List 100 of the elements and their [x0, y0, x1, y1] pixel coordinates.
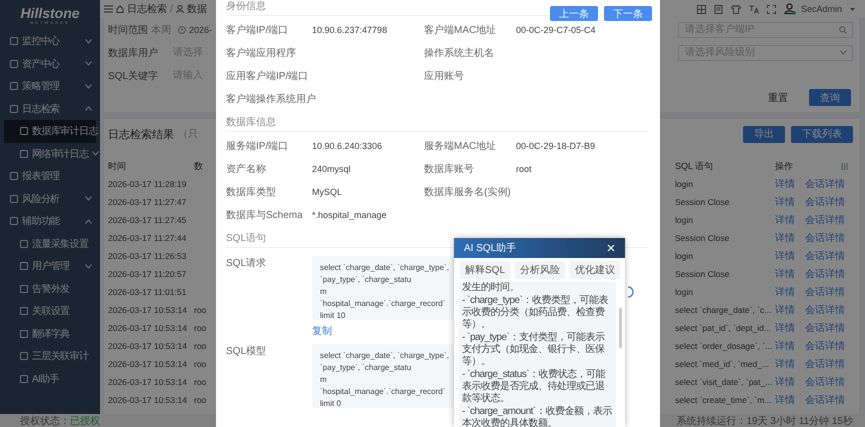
table-link[interactable]: 会话详情 — [805, 177, 845, 191]
sidebar-item[interactable]: 风险分析 — [0, 188, 100, 210]
user-icon[interactable] — [784, 3, 796, 15]
answer-text: 发生的时间。 — [462, 282, 520, 294]
table-link[interactable]: 详情 — [775, 357, 795, 371]
table-link[interactable]: 详情 — [775, 393, 795, 407]
column-header: 操作 — [775, 160, 794, 172]
chevron-icon — [85, 196, 92, 202]
download-button[interactable]: 下载列表 — [791, 126, 853, 142]
previous-button[interactable]: 上一条 — [550, 6, 598, 21]
table-cell-text: select `med_id`, `med_... — [675, 359, 770, 369]
table-link[interactable]: 会话详情 — [805, 375, 845, 389]
table-link[interactable]: 会话详情 — [805, 249, 845, 263]
table-link[interactable]: 会话详情 — [805, 231, 845, 245]
columns-icon[interactable] — [841, 162, 848, 170]
table-link[interactable]: 详情 — [775, 231, 795, 245]
table-link[interactable]: 会话详情 — [805, 321, 845, 335]
table-link[interactable]: 会话详情 — [805, 213, 845, 227]
table-link[interactable]: 详情 — [775, 339, 795, 353]
sidebar-item[interactable]: 三层关联审计 — [0, 345, 100, 368]
chevron-icon — [85, 264, 92, 269]
sidebar-item[interactable]: 监控中心 — [0, 30, 100, 52]
table-link[interactable]: 会话详情 — [805, 285, 845, 299]
square-icon — [20, 240, 28, 248]
table-link[interactable]: 详情 — [775, 177, 795, 191]
export-button[interactable]: 导出 — [743, 126, 785, 142]
square-icon — [10, 217, 18, 226]
square-icon — [10, 37, 18, 46]
field-label: 应用客户端IP/端口 — [226, 70, 310, 82]
sidebar-item[interactable]: 资产中心 — [0, 52, 100, 75]
table-link[interactable]: 详情 — [775, 249, 795, 263]
field-value: 10.90.6.240:3306 — [312, 140, 382, 150]
copy-link[interactable]: 复制 — [312, 324, 332, 338]
sidebar-item[interactable]: 翻译字典 — [0, 322, 100, 345]
sidebar-item[interactable]: 网络审计日志 — [0, 142, 100, 165]
column-header: SQL 语句 — [675, 160, 714, 172]
document-icon[interactable] — [714, 4, 723, 14]
ring-icon[interactable] — [628, 286, 634, 298]
sidebar-item[interactable]: 用户管理 — [0, 255, 100, 278]
table-cell-text: 2026-03-17 10:53:14 — [108, 341, 188, 351]
sidebar-item[interactable]: 策略管理 — [0, 75, 100, 98]
table-link[interactable]: 会话详情 — [805, 357, 845, 371]
square-icon — [10, 82, 18, 90]
table-cell: roo — [194, 359, 206, 369]
table-link[interactable]: 详情 — [775, 267, 795, 281]
date-field[interactable]: 2026- — [174, 24, 212, 34]
table-cell-text: select `visit_date`, `pat_... — [675, 377, 774, 387]
field-value: *.hospital_manage — [312, 210, 387, 220]
shirt-icon[interactable] — [730, 4, 741, 14]
table-link[interactable]: 会话详情 — [805, 339, 845, 353]
table-link[interactable]: 会话详情 — [805, 195, 845, 209]
table-icon[interactable] — [696, 4, 706, 14]
table-cell: roo — [194, 323, 206, 333]
close-icon[interactable] — [607, 244, 615, 252]
table-cell-text: select `pat_id`, `dept_id... — [675, 323, 772, 333]
chevron-icon — [85, 38, 92, 44]
next-button[interactable]: 下一条 — [604, 6, 652, 21]
menu-icon[interactable] — [104, 5, 113, 13]
field-label: 客户端应用程序 — [226, 46, 297, 60]
table-cell-text: select `charge_date`, `c... — [675, 305, 772, 315]
column-header: 时间 — [108, 160, 127, 172]
assistant-tab[interactable]: 分析风险 — [515, 261, 566, 279]
chevron-icon — [92, 151, 100, 156]
breadcrumb-link[interactable]: 日志检索 — [127, 2, 167, 16]
table-cell-text: 2026-03-17 10:53:14 — [108, 359, 188, 369]
field-label: 资产名称 — [226, 162, 267, 176]
sidebar-item[interactable]: 关联设置 — [0, 300, 100, 322]
user-name[interactable]: SecAdmin — [800, 4, 842, 14]
field-value: root — [516, 164, 532, 174]
sidebar-item[interactable]: 报表管理 — [0, 165, 100, 188]
table-cell: roo — [194, 377, 206, 387]
table-link[interactable]: 会话详情 — [805, 303, 845, 317]
sidebar-item[interactable]: AI助手 — [0, 368, 100, 390]
sidebar-item[interactable]: 日志检索 — [0, 98, 100, 120]
table-link[interactable]: 详情 — [775, 375, 795, 389]
sidebar-item[interactable]: 流量采集设置 — [0, 232, 100, 255]
translate-icon[interactable] — [748, 4, 759, 14]
sidebar-item[interactable]: 数据库审计日志 — [4, 120, 96, 142]
chevron-icon — [840, 50, 847, 55]
field-label: SQL模型 — [226, 344, 268, 359]
assistant-tab[interactable]: 解释SQL — [460, 261, 510, 279]
square-icon — [20, 150, 28, 158]
table-link[interactable]: 详情 — [775, 285, 795, 299]
table-cell-text: 2026-03-17 10:53:14 — [108, 323, 188, 333]
sidebar-item[interactable]: 辅助功能 — [0, 210, 100, 232]
field-label: 服务端IP/端口 — [226, 140, 290, 152]
table-link[interactable]: 会话详情 — [805, 267, 845, 281]
table-link[interactable]: 详情 — [775, 195, 795, 209]
search-button[interactable]: 查询 — [809, 89, 851, 106]
table-cell: roo — [194, 395, 206, 405]
table-cell-text: 2026-03-17 11:26:53 — [108, 251, 188, 261]
table-link[interactable]: 详情 — [775, 303, 795, 317]
sidebar-item[interactable]: 告警外发 — [0, 278, 100, 300]
table-link[interactable]: 会话详情 — [805, 393, 845, 407]
table-cell-text: login — [675, 215, 694, 225]
table-link[interactable]: 详情 — [775, 213, 795, 227]
table-link[interactable]: 详情 — [775, 321, 795, 335]
caret-icon[interactable] — [850, 8, 855, 10]
fullscreen-icon[interactable] — [766, 4, 776, 14]
assistant-tab[interactable]: 优化建议 — [570, 261, 620, 279]
